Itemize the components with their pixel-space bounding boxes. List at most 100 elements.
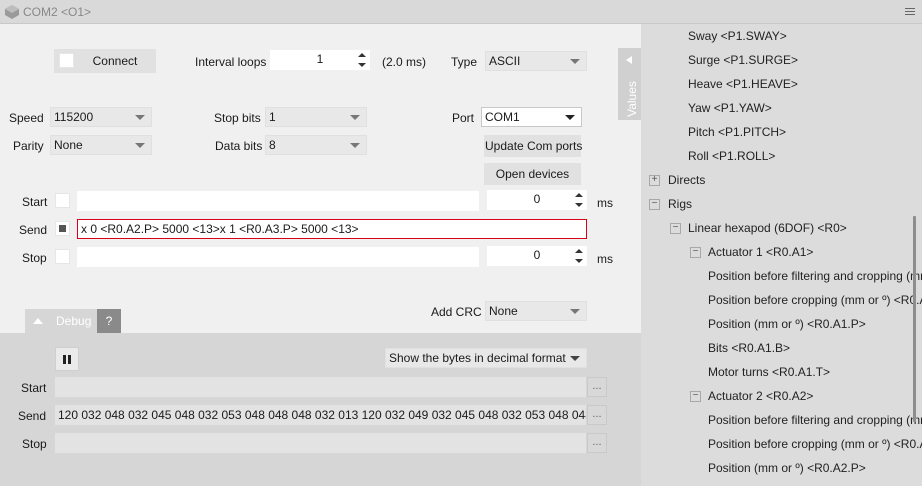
tree-item[interactable]: Roll <P1.ROLL> [688, 148, 775, 164]
speed-select[interactable]: 115200 [50, 107, 152, 127]
tree-item[interactable]: Pitch <P1.PITCH> [688, 124, 786, 140]
start-ms-unit: ms [597, 196, 613, 210]
interval-ms: (2.0 ms) [382, 55, 427, 69]
speed-label: Speed [9, 111, 44, 125]
values-tree-panel: Sway <P1.SWAY> Surge <P1.SURGE> Heave <P… [641, 24, 922, 486]
chevron-down-icon [135, 115, 145, 120]
debug-panel: Show the bytes in decimal format Start .… [0, 333, 641, 486]
chevron-down-icon [350, 115, 360, 120]
tree-item[interactable]: Position (mm or º) <R0.A1.P> [708, 316, 866, 332]
spin-down-icon[interactable] [575, 203, 583, 207]
connect-label: Connect [92, 54, 138, 68]
tree-item[interactable]: Position before cropping (mm or º) <R0.A… [708, 292, 922, 308]
port-label: Port [452, 111, 475, 125]
chevron-up-icon [33, 318, 43, 324]
type-select[interactable]: ASCII [485, 51, 587, 71]
debug-tab[interactable]: Debug [25, 309, 97, 333]
debug-stop-ellipsis-button[interactable]: ... [587, 433, 607, 453]
type-label: Type [451, 55, 478, 69]
pause-button[interactable] [55, 347, 79, 371]
start-checkbox[interactable] [55, 193, 70, 208]
start-command-input[interactable] [77, 191, 479, 211]
debug-start-ellipsis-button[interactable]: ... [587, 377, 607, 397]
tree-item-hexapod[interactable]: Linear hexapod (6DOF) <R0> [688, 220, 847, 236]
connection-panel: Connect Interval loops 1 (2.0 ms) Type A… [0, 24, 641, 486]
stopbits-select[interactable]: 1 [265, 107, 367, 127]
collapse-icon[interactable]: − [670, 223, 681, 234]
tree-item-rigs[interactable]: Rigs [668, 196, 692, 212]
databits-label: Data bits [215, 139, 263, 153]
stop-command-input[interactable] [77, 247, 479, 267]
tree-item[interactable]: Yaw <P1.YAW> [688, 100, 772, 116]
spin-up-icon[interactable] [575, 249, 583, 253]
window-title: COM2 <O1> [23, 5, 92, 19]
parity-label: Parity [13, 139, 44, 153]
debug-stop-label: Stop [22, 437, 47, 451]
pause-icon [63, 355, 66, 364]
tree-item[interactable]: Motor turns <R0.A1.T> [708, 364, 830, 380]
tree-item[interactable]: Bits <R0.A1.B> [708, 340, 790, 356]
tree-item-directs[interactable]: Directs [668, 172, 705, 188]
format-value: Show the bytes in decimal format [389, 351, 566, 365]
open-devices-button[interactable]: Open devices [484, 163, 581, 185]
interval-label: Interval loops [195, 55, 267, 69]
tree-item[interactable]: Position before cropping (mm or º) <R0.A… [708, 436, 922, 452]
values-tab-label: Values [624, 81, 639, 117]
format-select[interactable]: Show the bytes in decimal format [385, 348, 587, 368]
tree-item[interactable]: Sway <P1.SWAY> [688, 28, 787, 44]
help-button[interactable]: ? [97, 309, 121, 333]
tree-item-actuator-1[interactable]: Actuator 1 <R0.A1> [708, 244, 813, 260]
spin-up-icon[interactable] [575, 193, 583, 197]
tree-item[interactable]: Position before filtering and cropping (… [708, 412, 922, 428]
debug-send-label: Send [18, 409, 47, 423]
crc-select[interactable]: None [485, 301, 587, 321]
scrollbar-thumb[interactable] [913, 216, 916, 422]
databits-select[interactable]: 8 [265, 135, 367, 155]
chevron-down-icon [570, 59, 580, 64]
start-ms-spinner[interactable]: 0 [487, 190, 587, 210]
connect-checkbox[interactable] [59, 53, 74, 68]
send-checkbox[interactable] [55, 221, 70, 236]
debug-start-label: Start [21, 381, 47, 395]
chevron-down-icon [350, 143, 360, 148]
send-command-input[interactable]: x 0 <R0.A2.P> 5000 <13>x 1 <R0.A3.P> 500… [77, 219, 587, 239]
collapse-icon[interactable]: − [690, 247, 701, 258]
stop-ms-spinner[interactable]: 0 [487, 246, 587, 266]
port-select[interactable]: COM1 [481, 107, 582, 127]
spin-down-icon[interactable] [358, 63, 366, 67]
expand-icon[interactable]: + [649, 175, 660, 186]
debug-send-ellipsis-button[interactable]: ... [587, 405, 607, 425]
tree-item[interactable]: Surge <P1.SURGE> [688, 52, 798, 68]
debug-send-field[interactable]: 120 032 048 032 045 048 032 053 048 048 … [55, 405, 586, 425]
interval-spinner[interactable]: 1 [270, 50, 370, 70]
start-label: Start [22, 195, 48, 209]
stop-ms-value: 0 [533, 248, 541, 262]
interval-value: 1 [316, 52, 324, 66]
title-bar: COM2 <O1> [0, 0, 922, 24]
tree-item[interactable]: Position before filtering and cropping (… [708, 268, 922, 284]
menu-icon[interactable] [905, 8, 915, 15]
speed-value: 115200 [54, 110, 94, 124]
spin-down-icon[interactable] [575, 259, 583, 263]
tree-item[interactable]: Position (mm or º) <R0.A2.P> [708, 460, 866, 476]
parity-select[interactable]: None [50, 135, 152, 155]
tree-item[interactable]: Heave <P1.HEAVE> [688, 76, 798, 92]
values-tab[interactable]: Values [618, 48, 641, 120]
type-value: ASCII [489, 54, 521, 68]
spin-up-icon[interactable] [358, 53, 366, 57]
tree-item-actuator-2[interactable]: Actuator 2 <R0.A2> [708, 388, 813, 404]
connect-button[interactable]: Connect [54, 49, 156, 73]
collapse-icon[interactable]: − [690, 391, 701, 402]
checkbox-indeterminate-icon [59, 225, 66, 232]
collapse-icon[interactable]: − [649, 199, 660, 210]
debug-start-field[interactable] [55, 377, 586, 397]
stop-checkbox[interactable] [55, 249, 70, 264]
update-com-ports-button[interactable]: Update Com ports [484, 135, 582, 157]
stopbits-value: 1 [269, 110, 276, 124]
stop-label: Stop [22, 251, 47, 265]
debug-tab-label: Debug [56, 314, 92, 328]
port-value: COM1 [485, 110, 520, 124]
start-ms-value: 0 [533, 192, 541, 206]
chevron-down-icon [570, 356, 580, 361]
debug-stop-field[interactable] [55, 433, 586, 453]
